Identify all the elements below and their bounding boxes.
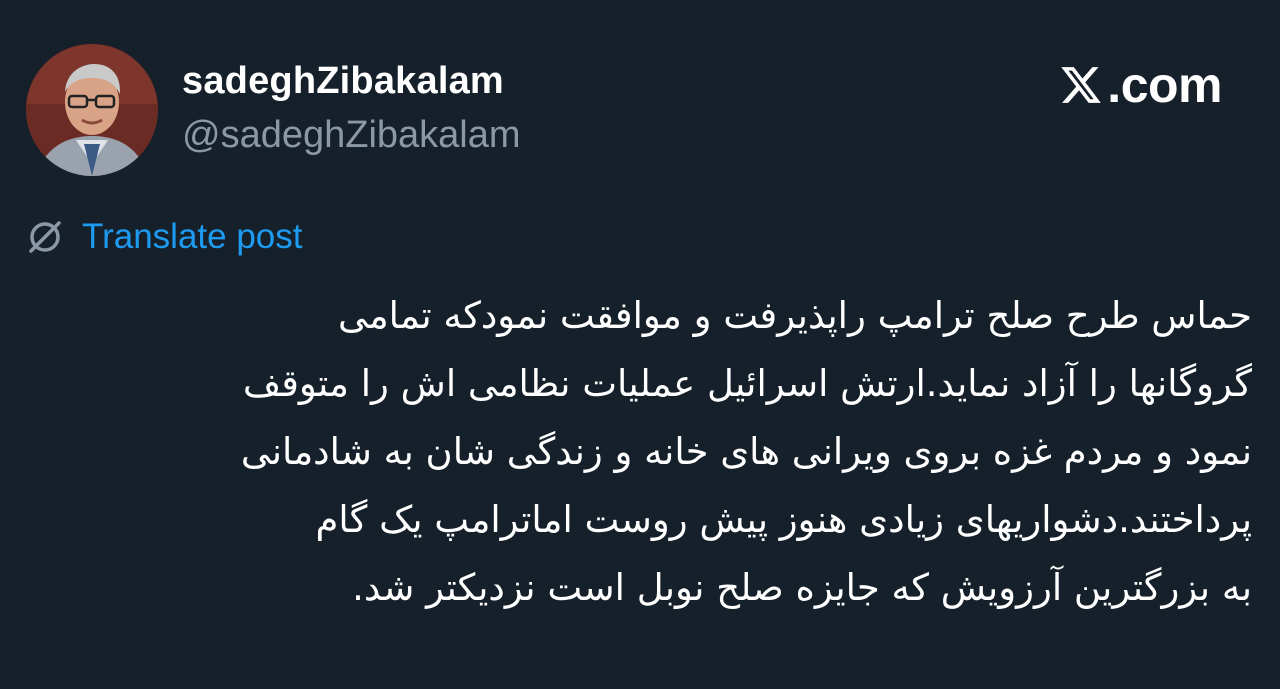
post-text-line: به بزرگترین آرزویش که جایزه صلح نوبل است… [352,566,1252,609]
post-text: حماس طرح صلح ترامپ راپذیرفت و موافقت نمو… [26,282,1252,622]
translate-post-button[interactable]: Translate post [26,214,302,260]
avatar[interactable] [26,44,158,176]
author-handle[interactable]: @sadeghZibakalam [182,114,521,157]
translate-post-label: Translate post [82,217,303,256]
post-text-line: پرداختند.دشواریهای زیادی هنوز پیش روست ا… [315,498,1252,541]
post-text-line: حماس طرح صلح ترامپ راپذیرفت و موافقت نمو… [338,294,1252,337]
x-logo-icon [1061,67,1102,103]
x-com-domain: .com [1107,57,1222,113]
author-display-name[interactable]: sadeghZibakalam [182,60,504,103]
post-text-line: گروگانها را آزاد نماید.ارتش اسرائیل عملی… [242,362,1252,405]
tweet-card: sadeghZibakalam @sadeghZibakalam .com Tr… [0,0,1280,689]
post-text-line: نمود و مردم غزه بروی ویرانی های خانه و ز… [240,430,1252,473]
globe-icon [29,221,61,253]
avatar-photo-icon [26,44,158,176]
x-com-brand: .com [1059,54,1222,116]
